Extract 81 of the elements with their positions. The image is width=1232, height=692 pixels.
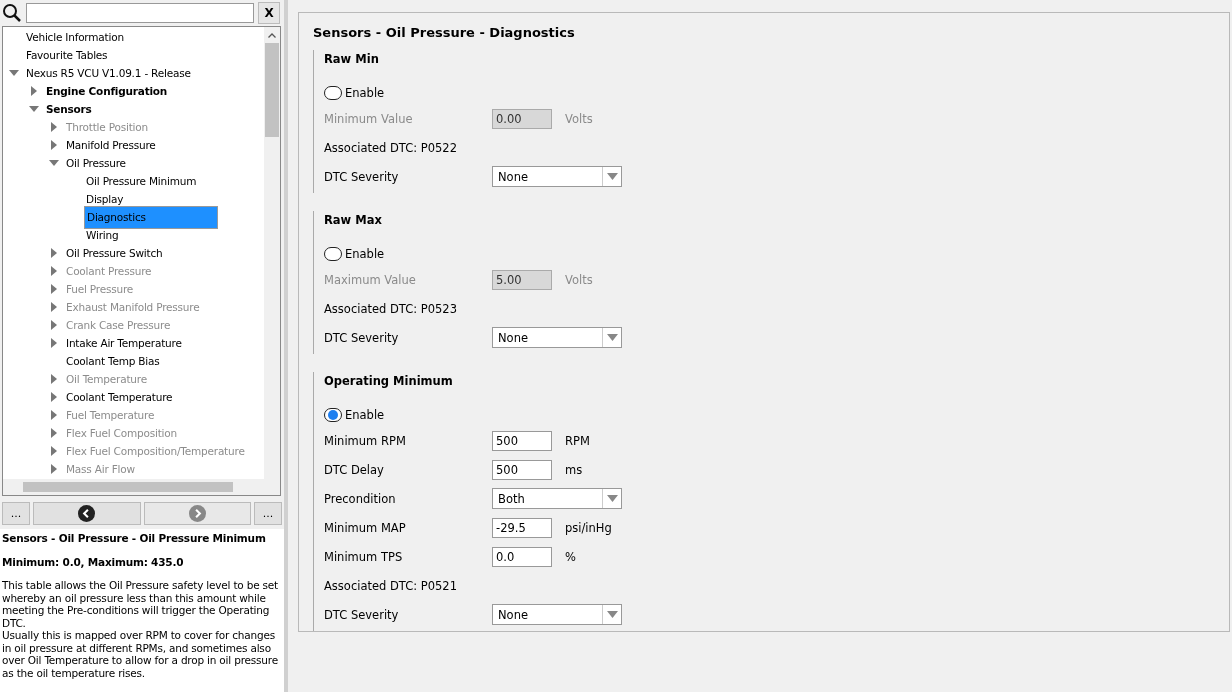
vertical-scrollbar[interactable] [264, 27, 280, 479]
collapse-arrow-icon[interactable] [49, 158, 59, 168]
radio-label: Enable [345, 408, 385, 422]
horizontal-scrollbar[interactable] [3, 479, 280, 495]
expand-arrow-icon[interactable] [49, 338, 59, 348]
expand-arrow-icon[interactable] [49, 248, 59, 258]
tree-item[interactable]: Coolant Temp Bias [64, 352, 162, 370]
search-field[interactable] [26, 3, 255, 23]
input-field[interactable]: 500 [492, 459, 552, 480]
tree-item[interactable]: Manifold Pressure [64, 136, 158, 154]
enable-radio-button[interactable] [324, 408, 342, 422]
field-label: DTC Delay [324, 462, 385, 477]
input-field[interactable]: 500 [492, 430, 552, 451]
more-button[interactable]: ... [254, 502, 282, 525]
tree-item[interactable]: Coolant Temperature [64, 388, 175, 406]
field-label: Precondition [324, 491, 397, 506]
description-paragraph: Usually this is mapped over RPM to cover for changes in oil pressure at different RPMs, and sometimes also over Oil Temperature to allow for a drop in oil pressure as the oil temperature rises. [2, 629, 279, 679]
section-title: Operating Minimum [324, 374, 454, 390]
tree-item[interactable]: Intake Air Temperature [64, 334, 184, 352]
field-label: Minimum MAP [324, 520, 407, 535]
tree-item[interactable]: Display [84, 190, 126, 208]
field-label: Minimum Value [324, 111, 414, 126]
field-label: DTC Severity [324, 330, 400, 345]
radio-label: Enable [345, 86, 385, 100]
tree-item[interactable]: Oil Pressure Minimum [84, 172, 199, 190]
left-chevron-icon [78, 505, 96, 522]
tree-item[interactable]: Engine Configuration [44, 82, 170, 100]
dropdown[interactable]: Both [492, 488, 622, 509]
value-range: Minimum: 0.0, Maximum: 435.0 [2, 555, 185, 568]
dropdown-caret-icon [606, 611, 618, 618]
dtc-label: Associated DTC: P0521 [324, 578, 457, 593]
section-title: Raw Max [324, 213, 383, 229]
dropdown-caret-icon [606, 173, 618, 180]
dtc-label: Associated DTC: P0522 [324, 140, 457, 155]
expand-arrow-icon[interactable] [29, 86, 39, 96]
unit-label: psi/inHg [565, 520, 612, 535]
radio-label: Enable [345, 247, 385, 261]
dropdown[interactable]: None [492, 604, 622, 625]
page-title: Sensors - Oil Pressure - Diagnostics [313, 25, 576, 40]
collapse-arrow-icon[interactable] [9, 68, 19, 78]
tree-item[interactable]: Diagnostics [84, 205, 218, 229]
unit-label: Volts [565, 111, 593, 126]
collapse-arrow-icon[interactable] [29, 104, 39, 114]
unit-label: Volts [565, 272, 593, 287]
tree-item[interactable]: Nexus R5 VCU V1.09.1 - Release [24, 64, 193, 82]
enable-radio-button[interactable] [324, 86, 342, 100]
unit-label: RPM [565, 433, 590, 448]
tree-item[interactable]: Vehicle Information [24, 28, 126, 46]
scroll-thumb[interactable] [23, 482, 233, 492]
tree-item[interactable]: Sensors [44, 100, 94, 118]
dropdown[interactable]: None [492, 327, 622, 348]
scroll-up-icon[interactable] [268, 33, 276, 38]
scroll-thumb[interactable] [265, 43, 279, 137]
input-field[interactable]: 0.0 [492, 546, 552, 567]
field-label: DTC Severity [324, 169, 400, 184]
clear-search-button[interactable]: X [258, 2, 280, 24]
dropdown-caret-icon [606, 495, 618, 502]
dtc-label: Associated DTC: P0523 [324, 301, 457, 316]
field-label: Minimum TPS [324, 549, 404, 564]
input-field[interactable]: -29.5 [492, 517, 552, 538]
dropdown[interactable]: None [492, 166, 622, 187]
section-title: Raw Min [324, 52, 380, 68]
search-icon [2, 3, 22, 23]
description-paragraph: This table allows the Oil Pressure safety level to be set whereby an oil pressure less than this amount while meeting the Pre-conditions will trigger the Operating DTC. [2, 579, 280, 629]
more-button[interactable]: ... [2, 502, 30, 525]
expand-arrow-icon[interactable] [49, 140, 59, 150]
tree-item[interactable]: Oil Pressure Switch [64, 244, 165, 262]
tree-item[interactable]: Oil Pressure [64, 154, 128, 172]
dropdown-caret-icon [606, 334, 618, 341]
right-chevron-icon [188, 505, 206, 522]
unit-label: % [565, 549, 576, 564]
field-label: DTC Severity [324, 607, 400, 622]
description-title: Sensors - Oil Pressure - Oil Pressure Minimum [2, 532, 267, 545]
field-label: Maximum Value [324, 272, 417, 287]
enable-radio-button[interactable] [324, 247, 342, 261]
unit-label: ms [565, 462, 583, 477]
expand-arrow-icon[interactable] [49, 392, 59, 402]
field-label: Minimum RPM [324, 433, 407, 448]
tree-item[interactable]: Wiring [84, 226, 121, 244]
back-button[interactable] [33, 502, 141, 525]
tree-item[interactable]: Favourite Tables [24, 46, 110, 64]
